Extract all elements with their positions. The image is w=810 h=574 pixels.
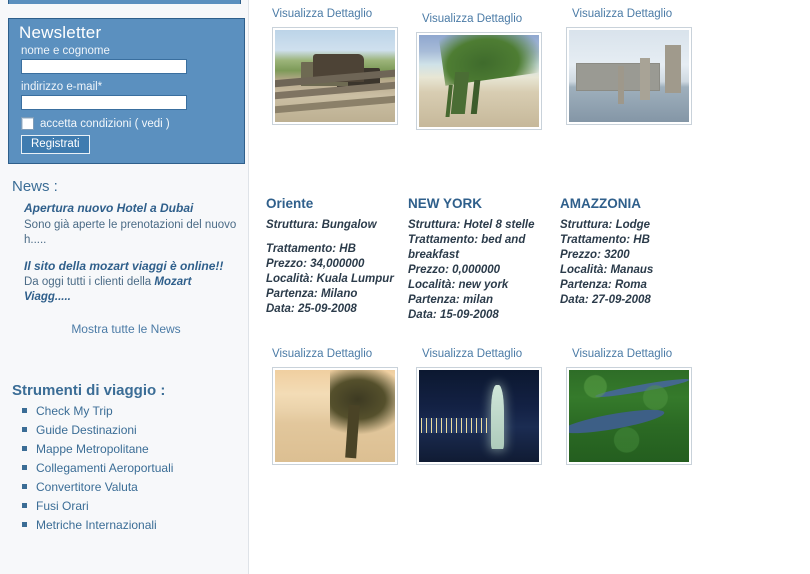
newsletter-consent-checkbox[interactable]: [21, 117, 34, 130]
product-thumbnail[interactable]: [566, 27, 692, 125]
newsletter-submit-button[interactable]: Registrati: [21, 135, 90, 154]
newsletter-name-input[interactable]: [21, 59, 187, 74]
product-info: NEW YORK Struttura: Hotel 8 stelle Tratt…: [408, 196, 548, 323]
product-thumbnail[interactable]: [272, 27, 398, 125]
news-section: News : Apertura nuovo Hotel a Dubai Sono…: [12, 178, 240, 336]
product-struttura: Struttura: Hotel 8 stelle: [408, 219, 535, 231]
detail-link[interactable]: Visualizza Dettaglio: [572, 8, 672, 20]
product-details: Struttura: Bungalow Trattamento: HB Prez…: [266, 218, 406, 317]
newsletter-consent-label[interactable]: accetta condizioni ( vedi ): [40, 118, 170, 130]
square-bullet-icon: [22, 503, 27, 508]
tool-link-mappe-metropolitane[interactable]: Mappe Metropolitane: [36, 442, 149, 456]
list-item: Fusi Orari: [22, 499, 240, 513]
newsletter-panel: Newsletter nome e cognome indirizzo e-ma…: [8, 18, 245, 164]
newsletter-consent-row: accetta condizioni ( vedi ): [21, 117, 234, 130]
catalog-cell: Visualizza Dettaglio: [266, 0, 416, 125]
product-localita: Località: Kuala Lumpur: [266, 272, 394, 285]
amazon-river-image: [569, 370, 689, 462]
square-bullet-icon: [22, 522, 27, 527]
product-trattamento: Trattamento: bed and breakfast: [408, 233, 526, 261]
list-item: Mappe Metropolitane: [22, 442, 240, 456]
product-data: Data: 27-09-2008: [560, 293, 651, 306]
tropical-beach-image: [419, 35, 539, 127]
product-partenza: Partenza: milan: [408, 293, 493, 306]
tool-link-metriche-internazionali[interactable]: Metriche Internazionali: [36, 518, 157, 532]
product-prezzo: Prezzo: 34,000000: [266, 257, 365, 270]
list-item: Check My Trip: [22, 404, 240, 418]
product-partenza: Partenza: Milano: [266, 287, 358, 300]
steam-train-image: [275, 30, 395, 122]
product-data: Data: 15-09-2008: [408, 308, 499, 321]
previous-panel-stub: [8, 0, 241, 4]
product-struttura: Struttura: Bungalow: [266, 219, 377, 231]
product-thumbnail[interactable]: [272, 367, 398, 465]
news-item-headline[interactable]: Apertura nuovo Hotel a Dubai: [24, 201, 240, 216]
page-root: Newsletter nome e cognome indirizzo e-ma…: [0, 0, 810, 574]
square-bullet-icon: [22, 427, 27, 432]
detail-link[interactable]: Visualizza Dettaglio: [572, 348, 672, 360]
product-trattamento: Trattamento: HB: [266, 242, 356, 255]
news-item-body: Sono già aperte le prenotazioni del nuov…: [24, 218, 237, 246]
product-title: Oriente: [266, 196, 314, 211]
product-trattamento: Trattamento: HB: [560, 233, 650, 246]
detail-link[interactable]: Visualizza Dettaglio: [422, 348, 522, 360]
product-localita: Località: Manaus: [560, 263, 654, 276]
detail-link[interactable]: Visualizza Dettaglio: [272, 348, 372, 360]
newsletter-email-label: indirizzo e-mail*: [21, 81, 103, 93]
news-item: Il sito della mozart viaggi è online!! D…: [24, 259, 240, 305]
product-details: Struttura: Hotel 8 stelle Trattamento: b…: [408, 218, 548, 323]
product-partenza: Partenza: Roma: [560, 278, 647, 291]
travel-tools-section: Strumenti di viaggio : Check My Trip Gui…: [12, 382, 240, 537]
product-data: Data: 25-09-2008: [266, 302, 357, 315]
list-item: Metriche Internazionali: [22, 518, 240, 532]
tool-link-convertitore-valuta[interactable]: Convertitore Valuta: [36, 480, 138, 494]
product-thumbnail[interactable]: [416, 367, 542, 465]
detail-link[interactable]: Visualizza Dettaglio: [272, 8, 372, 20]
news-item-body: Da oggi tutti i clienti della Mozart Via…: [24, 276, 191, 303]
newsletter-title: Newsletter: [19, 23, 102, 42]
square-bullet-icon: [22, 465, 27, 470]
list-item: Collegamenti Aeroportuali: [22, 461, 240, 475]
statue-of-liberty-image: [419, 370, 539, 462]
product-struttura: Struttura: Lodge: [560, 219, 651, 231]
product-thumbnail[interactable]: [566, 367, 692, 465]
news-title: News :: [12, 178, 58, 195]
tool-link-guide-destinazioni[interactable]: Guide Destinazioni: [36, 423, 137, 437]
product-title: AMAZZONIA: [560, 196, 641, 211]
tool-link-check-my-trip[interactable]: Check My Trip: [36, 404, 113, 418]
catalog-cell: Visualizza Dettaglio: [416, 340, 566, 465]
square-bullet-icon: [22, 484, 27, 489]
sunset-beach-image: [275, 370, 395, 462]
catalog-cell: Visualizza Dettaglio: [416, 0, 566, 130]
product-info: Oriente Struttura: Bungalow Trattamento:…: [266, 196, 406, 317]
travel-tools-title: Strumenti di viaggio :: [12, 382, 166, 399]
product-localita: Località: new york: [408, 278, 509, 291]
sidebar: Newsletter nome e cognome indirizzo e-ma…: [0, 0, 249, 574]
product-prezzo: Prezzo: 0,000000: [408, 263, 501, 276]
product-details: Struttura: Lodge Trattamento: HB Prezzo:…: [560, 218, 700, 308]
product-info: AMAZZONIA Struttura: Lodge Trattamento: …: [560, 196, 700, 308]
travel-tools-list: Check My Trip Guide Destinazioni Mappe M…: [12, 404, 240, 532]
catalog-cell: Visualizza Dettaglio: [566, 340, 716, 465]
london-big-ben-image: [569, 30, 689, 122]
square-bullet-icon: [22, 446, 27, 451]
list-item: Convertitore Valuta: [22, 480, 240, 494]
square-bullet-icon: [22, 408, 27, 413]
list-item: Guide Destinazioni: [22, 423, 240, 437]
product-title: NEW YORK: [408, 196, 483, 211]
newsletter-email-input[interactable]: [21, 95, 187, 110]
newsletter-name-label: nome e cognome: [21, 45, 110, 57]
product-prezzo: Prezzo: 3200: [560, 248, 630, 261]
news-show-all-link[interactable]: Mostra tutte le News: [12, 322, 240, 336]
catalog-main: Visualizza Dettaglio Visualizza Dettagli…: [250, 0, 810, 574]
news-item: Apertura nuovo Hotel a Dubai Sono già ap…: [24, 201, 240, 247]
detail-link[interactable]: Visualizza Dettaglio: [422, 13, 522, 25]
catalog-cell: Visualizza Dettaglio: [566, 0, 716, 125]
tool-link-fusi-orari[interactable]: Fusi Orari: [36, 499, 89, 513]
product-thumbnail[interactable]: [416, 32, 542, 130]
tool-link-collegamenti-aeroportuali[interactable]: Collegamenti Aeroportuali: [36, 461, 173, 475]
news-item-headline[interactable]: Il sito della mozart viaggi è online!!: [24, 259, 240, 274]
catalog-cell: Visualizza Dettaglio: [266, 340, 416, 465]
news-item-body-prefix: Da oggi tutti i clienti della: [24, 276, 155, 289]
